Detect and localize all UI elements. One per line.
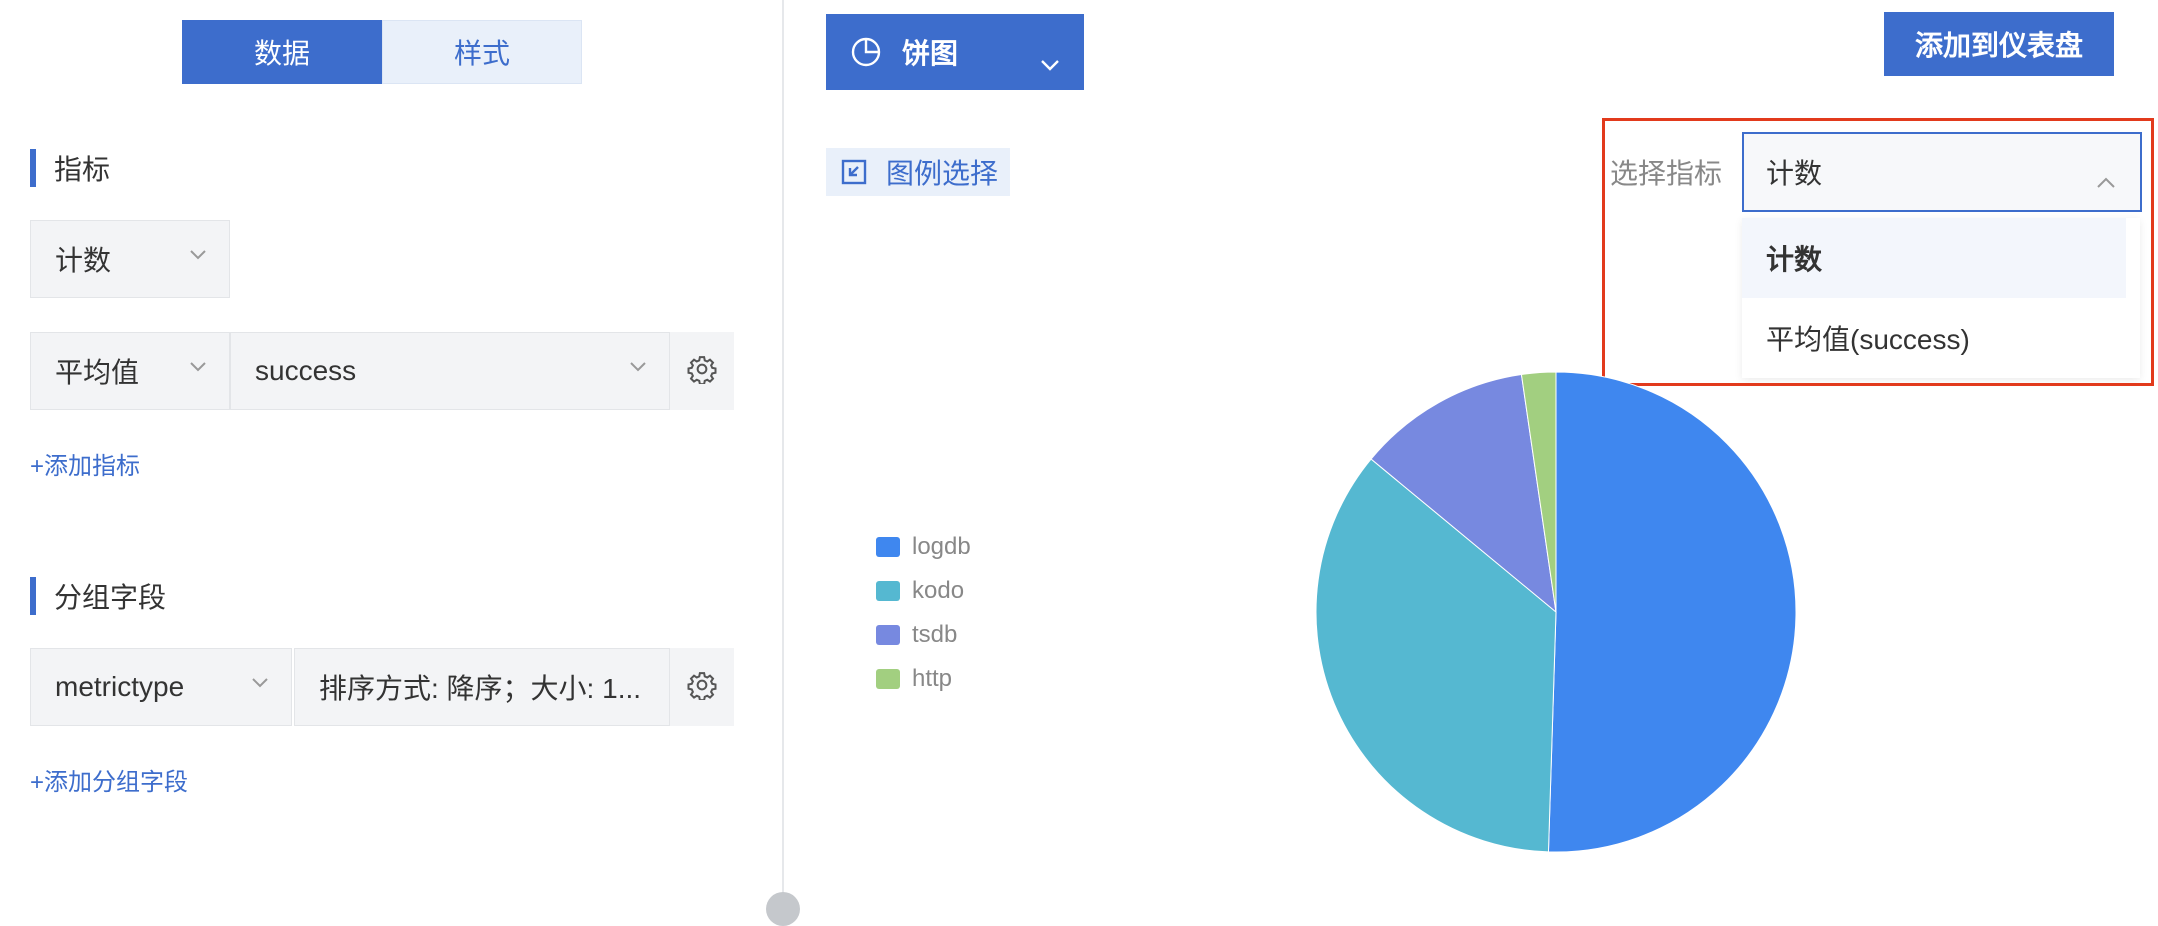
legend-swatch bbox=[876, 537, 900, 557]
chevron-down-icon bbox=[189, 361, 206, 377]
group-title: 分组字段 bbox=[54, 582, 167, 613]
tab-data[interactable]: 数据 bbox=[182, 20, 382, 84]
metric-settings-button[interactable] bbox=[670, 332, 734, 410]
add-to-dashboard-button[interactable]: 添加到仪表盘 bbox=[1884, 12, 2114, 76]
chevron-down-icon bbox=[1040, 46, 1060, 78]
chevron-up-icon bbox=[2096, 164, 2116, 196]
legend-item[interactable]: http bbox=[876, 664, 952, 694]
legend-select-button[interactable]: 图例选择 bbox=[826, 148, 1010, 196]
chart-type-label: 饼图 bbox=[902, 38, 959, 69]
group-field-value: metrictype bbox=[55, 671, 185, 702]
group-section-title: 分组字段 bbox=[30, 576, 166, 616]
panel-divider[interactable] bbox=[782, 0, 784, 906]
tab-style[interactable]: 样式 bbox=[382, 20, 582, 84]
metric-field-value: success bbox=[255, 355, 357, 386]
legend-label: kodo bbox=[912, 577, 965, 604]
metric-option[interactable]: 计数 bbox=[1742, 218, 2126, 298]
metric-agg-select[interactable]: 平均值 bbox=[30, 332, 230, 410]
chevron-down-icon bbox=[251, 677, 268, 693]
legend-item[interactable]: kodo bbox=[876, 576, 964, 606]
legend-swatch bbox=[876, 669, 900, 689]
chevron-down-icon bbox=[189, 249, 206, 265]
metric-agg-value: 平均值 bbox=[55, 357, 140, 388]
metric-option[interactable]: 平均值(success) bbox=[1742, 298, 2126, 378]
legend-label: logdb bbox=[912, 533, 971, 560]
legend-swatch bbox=[876, 625, 900, 645]
legend-select-label: 图例选择 bbox=[886, 158, 999, 189]
metric-picker-label: 选择指标 bbox=[1610, 158, 1723, 189]
chart-type-select[interactable]: 饼图 bbox=[826, 14, 1084, 90]
metric-picker-value: 计数 bbox=[1766, 158, 1823, 189]
metric-field-select[interactable]: success bbox=[230, 332, 670, 410]
select-cursor-icon bbox=[840, 158, 868, 186]
add-group-field-link[interactable]: +添加分组字段 bbox=[30, 762, 188, 797]
gear-icon bbox=[687, 670, 717, 705]
metric-count-select[interactable]: 计数 bbox=[30, 220, 230, 298]
legend-label: http bbox=[912, 665, 953, 692]
collapse-handle[interactable] bbox=[766, 892, 800, 926]
group-sort-select[interactable]: 排序方式: 降序；大小: 1... bbox=[294, 648, 670, 726]
group-settings-button[interactable] bbox=[670, 648, 734, 726]
metrics-title: 指标 bbox=[54, 154, 111, 185]
add-metric-link[interactable]: +添加指标 bbox=[30, 446, 140, 481]
pie-slice-logdb[interactable] bbox=[1547, 371, 1797, 853]
metric-count-value: 计数 bbox=[55, 245, 112, 276]
group-sort-value: 排序方式: 降序；大小: 1... bbox=[319, 673, 642, 704]
gear-icon bbox=[687, 354, 717, 389]
config-panel: 数据 样式 指标 计数 平均值 success +添加指标 分组字段 metri… bbox=[0, 0, 782, 906]
pie-chart-icon bbox=[850, 36, 882, 68]
legend-item[interactable]: logdb bbox=[876, 532, 971, 562]
section-accent-bar bbox=[30, 577, 36, 615]
section-accent-bar bbox=[30, 149, 36, 187]
group-field-select[interactable]: metrictype bbox=[30, 648, 292, 726]
pie-chart bbox=[1315, 371, 1797, 853]
metrics-section-title: 指标 bbox=[30, 148, 110, 188]
legend-swatch bbox=[876, 581, 900, 601]
metric-picker-dropdown: 计数 平均值(success) bbox=[1742, 218, 2140, 378]
legend-label: tsdb bbox=[912, 621, 958, 648]
metric-picker-select[interactable]: 计数 bbox=[1742, 132, 2142, 212]
chevron-down-icon bbox=[629, 361, 646, 377]
legend-item[interactable]: tsdb bbox=[876, 620, 957, 650]
